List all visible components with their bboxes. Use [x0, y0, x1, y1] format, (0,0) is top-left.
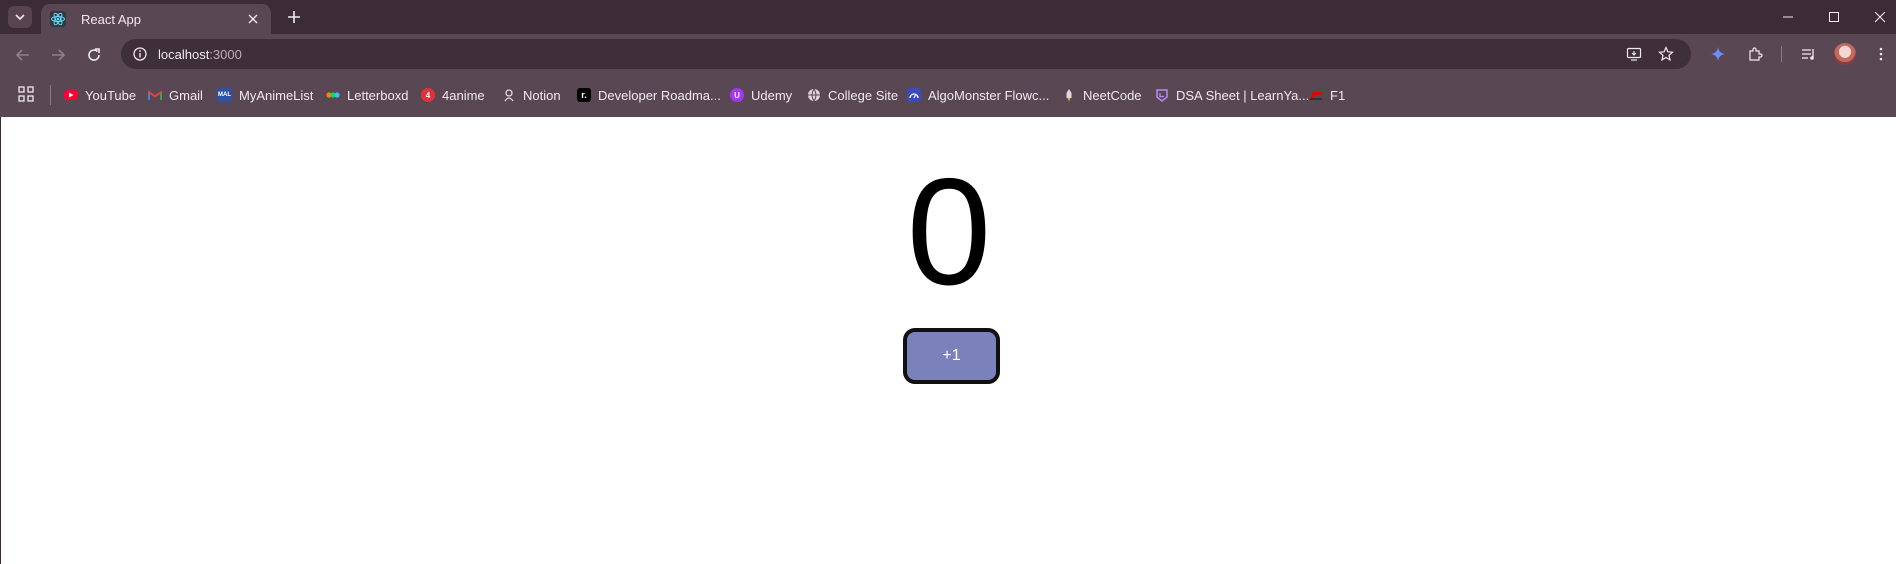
letterboxd-icon — [326, 88, 340, 102]
arrow-left-icon — [15, 49, 29, 61]
neetcode-icon — [1062, 88, 1076, 102]
extension-gemini-icon[interactable] — [1708, 44, 1728, 64]
url-text: localhost:3000 — [158, 47, 242, 62]
media-control-icon[interactable] — [1799, 44, 1819, 64]
bookmark-label: MyAnimeList — [239, 87, 314, 103]
algomonster-icon — [907, 88, 921, 102]
apps-grid-icon[interactable] — [18, 86, 36, 104]
maximize-icon — [1829, 12, 1839, 22]
url-port: :3000 — [209, 47, 242, 62]
bookmark-letterboxd[interactable]: Letterboxd — [326, 85, 408, 105]
new-tab-button[interactable] — [284, 7, 304, 27]
bookmark-youtube[interactable]: YouTube — [64, 85, 136, 105]
bookmark-dsa-sheet[interactable]: DSA Sheet | LearnYa... — [1155, 85, 1309, 105]
learnyard-icon — [1155, 88, 1169, 102]
bookmark-notion[interactable]: Notion — [502, 85, 561, 105]
reload-icon — [88, 48, 100, 61]
roadmap-icon: r. — [577, 88, 591, 102]
increment-button[interactable]: +1 — [903, 328, 1000, 384]
minimize-icon — [1783, 16, 1793, 18]
gmail-icon — [148, 88, 162, 102]
bookmark-label: YouTube — [85, 87, 137, 103]
close-window-button[interactable] — [1857, 0, 1896, 34]
bookmark-label: Udemy — [751, 87, 793, 103]
bookmarks-divider — [50, 85, 51, 105]
url-host: localhost — [158, 47, 210, 62]
youtube-icon — [64, 90, 78, 100]
tab-search-button[interactable] — [8, 6, 32, 28]
close-icon[interactable] — [245, 11, 261, 27]
4anime-icon: 4 — [421, 88, 435, 102]
bookmark-algomonster[interactable]: AlgoMonster Flowc... — [907, 85, 1049, 105]
maximize-button[interactable] — [1811, 0, 1857, 34]
bookmark-f1[interactable]: F1 — [1309, 85, 1345, 105]
bookmark-udemy[interactable]: U Udemy — [730, 85, 792, 105]
chevron-down-icon — [15, 14, 25, 21]
bookmark-college-site[interactable]: College Site — [807, 85, 898, 105]
close-icon — [1874, 11, 1886, 23]
minimize-button[interactable] — [1765, 0, 1811, 34]
myanimelist-icon: MAL — [217, 88, 232, 102]
react-icon — [50, 11, 66, 27]
bookmark-label: Letterboxd — [347, 87, 409, 103]
tab-react-app[interactable]: React App — [41, 4, 271, 34]
bookmark-label: Notion — [523, 87, 561, 103]
reload-button[interactable] — [80, 42, 108, 68]
bookmark-developer-roadmap[interactable]: r. Developer Roadma... — [577, 85, 721, 105]
bookmark-label: College Site — [828, 87, 899, 103]
forward-button[interactable] — [44, 42, 72, 68]
globe-icon — [807, 88, 821, 102]
address-bar[interactable]: localhost:3000 — [121, 39, 1691, 69]
f1-icon — [1309, 88, 1323, 102]
notion-icon — [502, 88, 516, 102]
bookmark-label: F1 — [1330, 87, 1346, 103]
page-content: 0 +1 — [0, 117, 1896, 564]
toolbar-divider — [1781, 46, 1782, 62]
plus-icon — [288, 11, 300, 23]
bookmark-label: AlgoMonster Flowc... — [928, 87, 1050, 103]
toolbar: localhost:3000 — [0, 34, 1896, 74]
tab-title: React App — [81, 11, 141, 27]
bookmark-label: NeetCode — [1083, 87, 1142, 103]
install-app-icon[interactable] — [1625, 45, 1643, 63]
counter-value: 0 — [906, 147, 992, 317]
tab-strip: React App — [0, 0, 1896, 34]
bookmark-myanimelist[interactable]: MAL MyAnimeList — [217, 85, 313, 105]
bookmark-label: Gmail — [169, 87, 203, 103]
avatar[interactable] — [1834, 43, 1856, 65]
bookmark-neetcode[interactable]: NeetCode — [1062, 85, 1142, 105]
bookmarks-bar: YouTube Gmail MAL MyAnimeList Letterboxd… — [0, 74, 1896, 118]
bookmark-label: 4anime — [442, 87, 485, 103]
bookmark-label: Developer Roadma... — [598, 87, 721, 103]
extensions-puzzle-icon[interactable] — [1745, 44, 1765, 64]
bookmark-gmail[interactable]: Gmail — [148, 85, 203, 105]
star-icon[interactable] — [1657, 45, 1675, 63]
bookmark-4anime[interactable]: 4 4anime — [421, 85, 485, 105]
udemy-icon: U — [730, 88, 744, 102]
menu-kebab-icon[interactable] — [1871, 44, 1891, 64]
site-info-icon[interactable] — [132, 46, 148, 62]
arrow-right-icon — [52, 49, 66, 61]
bookmark-label: DSA Sheet | LearnYa... — [1176, 87, 1310, 103]
browser-window: React App localhost:3000 YouTube Gmail M… — [0, 0, 1896, 564]
back-button[interactable] — [9, 42, 37, 68]
